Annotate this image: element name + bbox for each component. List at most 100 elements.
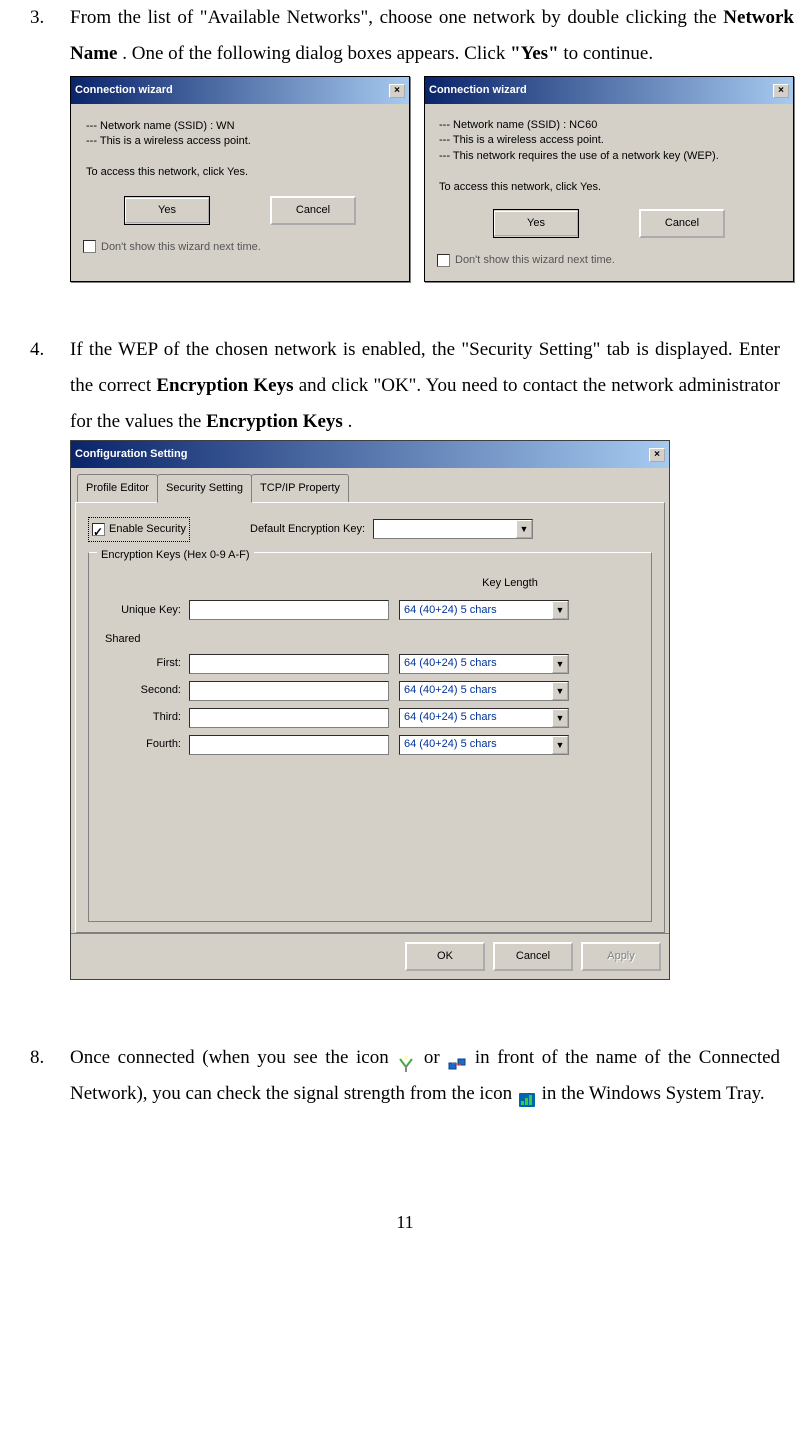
dialog1-checkbox-label: Don't show this wizard next time.: [101, 237, 261, 258]
tab-profile-editor[interactable]: Profile Editor: [77, 474, 158, 502]
dialog2-checkbox[interactable]: [437, 254, 450, 267]
dialog2-checkbox-label: Don't show this wizard next time.: [455, 250, 615, 271]
dialog1-line1: --- Network name (SSID) : WN: [86, 119, 394, 134]
enable-security-checkbox[interactable]: [92, 523, 105, 536]
dialog2-cancel-button[interactable]: Cancel: [639, 209, 725, 238]
enable-security-row: Enable Security Default Encryption Key: …: [88, 517, 652, 542]
dialog2-line1: --- Network name (SSID) : NC60: [439, 118, 779, 133]
step-8-body: Once connected (when you see the icon or…: [70, 1040, 780, 1112]
chevron-down-icon[interactable]: ▼: [552, 736, 568, 754]
step-3-text-2: . One of the following dialog boxes appe…: [122, 43, 510, 64]
chevron-down-icon[interactable]: ▼: [552, 601, 568, 619]
dialog2-close-button[interactable]: ×: [773, 84, 789, 98]
cancel-button[interactable]: Cancel: [493, 942, 573, 971]
dialog1-prompt: To access this network, click Yes.: [86, 165, 394, 180]
key-length-header: Key Length: [379, 573, 641, 594]
step-8-text-4: in the Windows System Tray.: [542, 1083, 765, 1104]
dialog1-body: --- Network name (SSID) : WN --- This is…: [71, 104, 409, 267]
unique-key-length-dropdown[interactable]: 64 (40+24) 5 chars ▼: [399, 600, 569, 620]
dialog2-button-row: Yes Cancel: [435, 199, 783, 246]
step-8: 8. Once connected (when you see the icon…: [30, 1040, 780, 1112]
dialog2-titlebar: Connection wizard ×: [425, 77, 793, 104]
second-key-input[interactable]: [189, 681, 389, 701]
step-8-number: 8.: [30, 1040, 70, 1112]
fieldset-legend: Encryption Keys (Hex 0-9 A-F): [97, 545, 254, 566]
second-key-length-dropdown[interactable]: 64 (40+24) 5 chars ▼: [399, 681, 569, 701]
config-tabs-area: Profile Editor Security Setting TCP/IP P…: [71, 468, 669, 933]
default-key-dropdown[interactable]: ▼: [373, 519, 533, 539]
configuration-setting-dialog: Configuration Setting × Profile Editor S…: [70, 440, 670, 980]
dialog1-close-button[interactable]: ×: [389, 84, 405, 98]
page-number: 11: [30, 1132, 780, 1233]
first-key-row: First: 64 (40+24) 5 chars ▼: [99, 653, 641, 674]
step-4-bold-2: Encryption Keys: [206, 411, 343, 432]
signal-tray-icon: [517, 1086, 537, 1104]
dialog2-checkbox-row[interactable]: Don't show this wizard next time.: [435, 246, 783, 275]
connection-wizard-1: Connection wizard × --- Network name (SS…: [70, 76, 410, 282]
dialog2-yes-button[interactable]: Yes: [493, 209, 579, 238]
tab-panel-security: Enable Security Default Encryption Key: …: [75, 502, 665, 933]
step-3: 3. From the list of "Available Networks"…: [30, 0, 780, 312]
third-key-row: Third: 64 (40+24) 5 chars ▼: [99, 707, 641, 728]
chevron-down-icon[interactable]: ▼: [552, 709, 568, 727]
config-title: Configuration Setting: [75, 444, 649, 465]
step-4-number: 4.: [30, 332, 70, 1020]
chevron-down-icon[interactable]: ▼: [552, 655, 568, 673]
dialog2-line3: --- This network requires the use of a n…: [439, 149, 779, 164]
connection-wizard-2: Connection wizard × --- Network name (SS…: [424, 76, 794, 282]
third-key-length-dropdown[interactable]: 64 (40+24) 5 chars ▼: [399, 708, 569, 728]
step-3-body: From the list of "Available Networks", c…: [70, 0, 794, 312]
fourth-key-row: Fourth: 64 (40+24) 5 chars ▼: [99, 734, 641, 755]
config-tabs: Profile Editor Security Setting TCP/IP P…: [75, 474, 665, 502]
enable-security-label: Enable Security: [109, 519, 186, 540]
dialog1-line2: --- This is a wireless access point.: [86, 134, 394, 149]
unique-key-row: Unique Key: 64 (40+24) 5 chars ▼: [99, 600, 641, 621]
shared-label: Shared: [99, 627, 641, 654]
dialog2-title: Connection wizard: [429, 80, 773, 101]
dialog2-prompt: To access this network, click Yes.: [439, 180, 779, 195]
step-3-bold-2: "Yes": [510, 43, 559, 64]
fourth-key-length-dropdown[interactable]: 64 (40+24) 5 chars ▼: [399, 735, 569, 755]
ok-button[interactable]: OK: [405, 942, 485, 971]
step-4-bold-1: Encryption Keys: [156, 375, 293, 396]
antenna-icon: [396, 1050, 416, 1068]
config-close-button[interactable]: ×: [649, 448, 665, 462]
step-3-number: 3.: [30, 0, 70, 312]
unique-key-label: Unique Key:: [99, 600, 189, 621]
default-key-label: Default Encryption Key:: [250, 519, 365, 540]
dialog1-checkbox-row[interactable]: Don't show this wizard next time.: [81, 233, 399, 262]
chevron-down-icon[interactable]: ▼: [552, 682, 568, 700]
first-key-label: First:: [99, 653, 189, 674]
third-key-input[interactable]: [189, 708, 389, 728]
dialog1-titlebar: Connection wizard ×: [71, 77, 409, 104]
step-4: 4. If the WEP of the chosen network is e…: [30, 332, 780, 1020]
config-button-bar: OK Cancel Apply: [71, 933, 669, 979]
second-key-label: Second:: [99, 680, 189, 701]
tab-tcpip-property[interactable]: TCP/IP Property: [251, 474, 349, 502]
config-titlebar: Configuration Setting ×: [71, 441, 669, 468]
dialog2-body: --- Network name (SSID) : NC60 --- This …: [425, 104, 793, 281]
second-key-row: Second: 64 (40+24) 5 chars ▼: [99, 680, 641, 701]
computer-link-icon: [447, 1050, 467, 1068]
enable-security-checkbox-wrap[interactable]: Enable Security: [88, 517, 190, 542]
dialog1-cancel-button[interactable]: Cancel: [270, 196, 356, 225]
dialog2-line2: --- This is a wireless access point.: [439, 133, 779, 148]
unique-key-input[interactable]: [189, 600, 389, 620]
fourth-key-label: Fourth:: [99, 734, 189, 755]
dialog-row: Connection wizard × --- Network name (SS…: [70, 76, 794, 282]
first-key-input[interactable]: [189, 654, 389, 674]
fourth-key-input[interactable]: [189, 735, 389, 755]
dialog1-yes-button[interactable]: Yes: [124, 196, 210, 225]
chevron-down-icon[interactable]: ▼: [516, 520, 532, 538]
tab-security-setting[interactable]: Security Setting: [157, 474, 252, 503]
step-4-text-3: .: [348, 411, 353, 432]
step-8-text-1: Once connected (when you see the icon: [70, 1047, 396, 1068]
step-3-text-1: From the list of "Available Networks", c…: [70, 7, 723, 28]
third-key-label: Third:: [99, 707, 189, 728]
dialog1-button-row: Yes Cancel: [81, 186, 399, 233]
encryption-keys-fieldset: Encryption Keys (Hex 0-9 A-F) Key Length…: [88, 552, 652, 922]
first-key-length-dropdown[interactable]: 64 (40+24) 5 chars ▼: [399, 654, 569, 674]
dialog1-checkbox[interactable]: [83, 240, 96, 253]
dialog1-title: Connection wizard: [75, 80, 389, 101]
apply-button[interactable]: Apply: [581, 942, 661, 971]
